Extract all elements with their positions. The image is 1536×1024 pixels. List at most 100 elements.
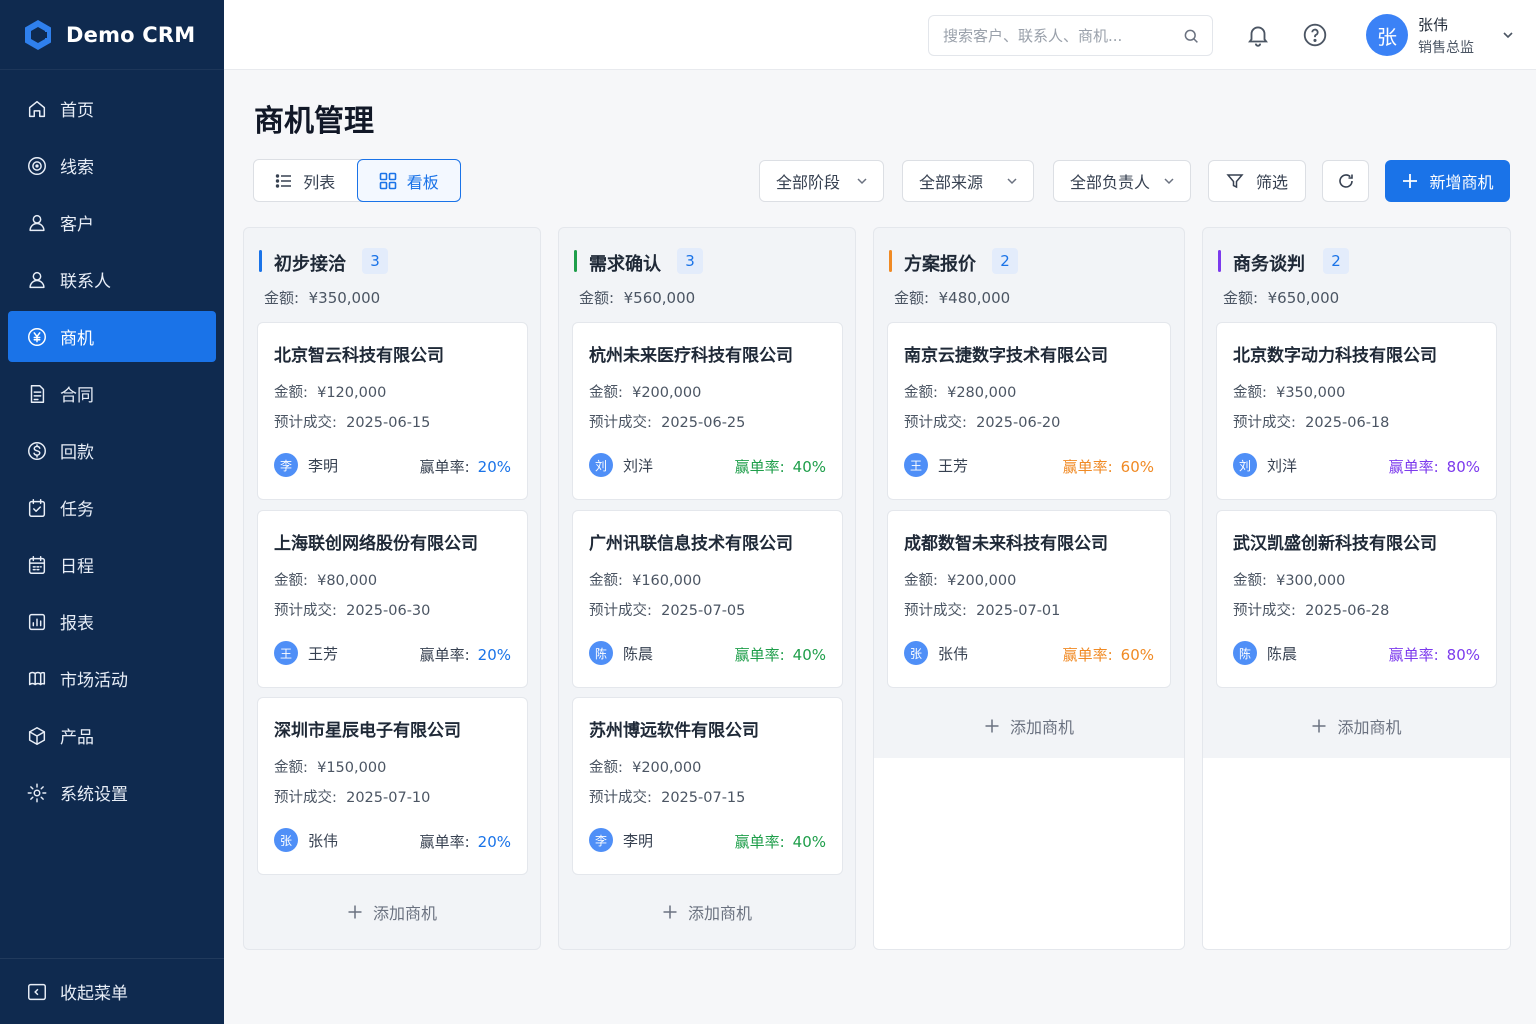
column-empty-area [1203,758,1510,949]
card-win-rate: 赢单率: 80% [1389,644,1480,665]
sidebar-item-calendar[interactable]: 日程 [8,539,216,590]
owner-name: 张伟 [938,644,969,663]
collapse-menu-button[interactable]: 收起菜单 [0,958,224,1024]
filter-button[interactable]: 筛选 [1208,160,1306,202]
help-icon[interactable] [1302,22,1328,48]
card-company-name[interactable]: 深圳市星辰电子有限公司 [274,716,461,741]
amount-label: 金额: [894,289,930,307]
stage-filter-select[interactable]: 全部阶段 [759,160,884,202]
add-opportunity-label: 新增商机 [1429,173,1494,192]
expected-label: 预计成交: [589,603,652,619]
sidebar-item-contact[interactable]: 联系人 [8,254,216,305]
sidebar-item-label: 首页 [60,101,94,121]
card-company-name[interactable]: 北京智云科技有限公司 [274,341,444,366]
opportunity-card[interactable]: 广州讯联信息技术有限公司 金额: ¥160,000 预计成交: 2025-07-05… [572,510,843,688]
sidebar-item-product[interactable]: 产品 [8,710,216,761]
opportunity-card[interactable]: 杭州未来医疗科技有限公司 金额: ¥200,000 预计成交: 2025-06-25… [572,322,843,500]
sidebar-item-opportunity[interactable]: 商机 [8,311,216,362]
amount-label: 金额: [589,385,623,401]
add-opportunity-button[interactable]: 新增商机 [1385,160,1510,202]
sidebar-item-report[interactable]: 报表 [8,596,216,647]
expected-label: 预计成交: [274,415,337,431]
column-amount: 金额: ¥560,000 [579,287,695,308]
chevron-down-icon[interactable] [1500,27,1516,43]
card-company-name[interactable]: 苏州博远软件有限公司 [589,716,759,741]
card-amount-value: ¥350,000 [1276,385,1346,401]
card-company-name[interactable]: 南京云捷数字技术有限公司 [904,341,1108,366]
opportunity-card[interactable]: 苏州博远软件有限公司 金额: ¥200,000 预计成交: 2025-07-15 李李… [572,697,843,875]
opportunity-card[interactable]: 上海联创网络股份有限公司 金额: ¥80,000 预计成交: 2025-06-30 王… [257,510,528,688]
notification-bell-icon[interactable] [1245,22,1271,48]
board-view-button[interactable]: 看板 [356,159,461,202]
card-company-name[interactable]: 北京数字动力科技有限公司 [1233,341,1437,366]
card-company-name[interactable]: 上海联创网络股份有限公司 [274,529,478,554]
add-deal-label: 添加商机 [1337,718,1402,737]
add-deal-button[interactable]: 添加商机 [874,706,1184,746]
filter-label: 筛选 [1255,173,1288,192]
search-input[interactable]: 搜索客户、联系人、商机... [928,15,1213,56]
win-rate-label: 赢单率: [1062,646,1113,664]
column-count-badge: 3 [677,248,703,274]
list-view-button[interactable]: 列表 [254,160,357,201]
brand-name: Demo CRM [66,22,196,47]
owner-filter-select[interactable]: 全部负责人 [1053,160,1191,202]
source-filter-select[interactable]: 全部来源 [902,160,1034,202]
card-company-name[interactable]: 广州讯联信息技术有限公司 [589,529,793,554]
refresh-button[interactable] [1322,160,1369,202]
sidebar-item-payment[interactable]: 回款 [8,425,216,476]
card-company-name[interactable]: 成都数智未来科技有限公司 [904,529,1108,554]
add-deal-button[interactable]: 添加商机 [1203,706,1510,746]
opportunity-card[interactable]: 北京智云科技有限公司 金额: ¥120,000 预计成交: 2025-06-15 李李… [257,322,528,500]
kanban-column: 方案报价 2 金额: ¥480,000 南京云捷数字技术有限公司 金额: ¥280,00… [873,227,1185,950]
sidebar-item-settings[interactable]: 系统设置 [8,767,216,818]
collapse-icon [28,983,46,1000]
opportunity-card[interactable]: 北京数字动力科技有限公司 金额: ¥350,000 预计成交: 2025-06-18… [1216,322,1497,500]
column-count-badge: 2 [992,248,1018,274]
win-rate-value: 80% [1446,646,1480,664]
logo-icon [25,19,51,50]
stage-color-bar [889,250,892,272]
column-amount: 金额: ¥650,000 [1223,287,1339,308]
user-avatar[interactable]: 张 [1366,14,1408,56]
sidebar-item-campaign[interactable]: 市场活动 [8,653,216,704]
win-rate-label: 赢单率: [1062,458,1113,476]
card-company-name[interactable]: 杭州未来医疗科技有限公司 [589,341,793,366]
amount-label: 金额: [904,385,938,401]
user-name[interactable]: 张伟 [1418,14,1448,35]
column-amount: 金额: ¥350,000 [264,287,380,308]
opportunity-card[interactable]: 武汉凯盛创新科技有限公司 金额: ¥300,000 预计成交: 2025-06-28… [1216,510,1497,688]
chevron-down-icon [857,178,867,185]
card-date-value: 2025-07-15 [661,790,746,806]
list-view-label: 列表 [303,172,336,192]
owner-avatar: 刘 [589,453,613,477]
opportunity-card[interactable]: 南京云捷数字技术有限公司 金额: ¥280,000 预计成交: 2025-06-20… [887,322,1171,500]
opportunity-card[interactable]: 深圳市星辰电子有限公司 金额: ¥150,000 预计成交: 2025-07-10 张… [257,697,528,875]
sidebar-item-customer[interactable]: 客户 [8,197,216,248]
column-header: 方案报价 2 金额: ¥480,000 [874,228,1184,320]
sidebar: Demo CRM 首页线索客户联系人商机合同回款任务日程报表市场活动产品系统设置… [0,0,224,1024]
customer-icon [29,214,45,231]
amount-label: 金额: [274,573,308,589]
sidebar-item-contract[interactable]: 合同 [8,368,216,419]
card-expected-date: 预计成交: 2025-06-28 [1233,599,1389,620]
sidebar-item-task[interactable]: 任务 [8,482,216,533]
add-deal-button[interactable]: 添加商机 [559,892,855,932]
sidebar-item-lead[interactable]: 线索 [8,140,216,191]
plus-icon [1312,719,1326,733]
card-company-name[interactable]: 武汉凯盛创新科技有限公司 [1233,529,1437,554]
sidebar-item-label: 合同 [60,386,94,406]
home-icon [28,100,46,117]
sidebar-item-home[interactable]: 首页 [8,83,216,134]
add-deal-button[interactable]: 添加商机 [244,892,540,932]
sidebar-item-label: 任务 [60,500,94,520]
amount-label: 金额: [579,289,615,307]
win-rate-label: 赢单率: [734,833,785,851]
win-rate-value: 20% [477,833,511,851]
opportunity-card[interactable]: 成都数智未来科技有限公司 金额: ¥200,000 预计成交: 2025-07-01… [887,510,1171,688]
contract-icon [30,384,45,403]
owner-name: 王芳 [308,644,339,663]
card-win-rate: 赢单率: 80% [1389,456,1480,477]
owner-name: 刘洋 [1267,456,1298,475]
brand-logo[interactable]: Demo CRM [0,0,224,70]
expected-label: 预计成交: [904,415,967,431]
